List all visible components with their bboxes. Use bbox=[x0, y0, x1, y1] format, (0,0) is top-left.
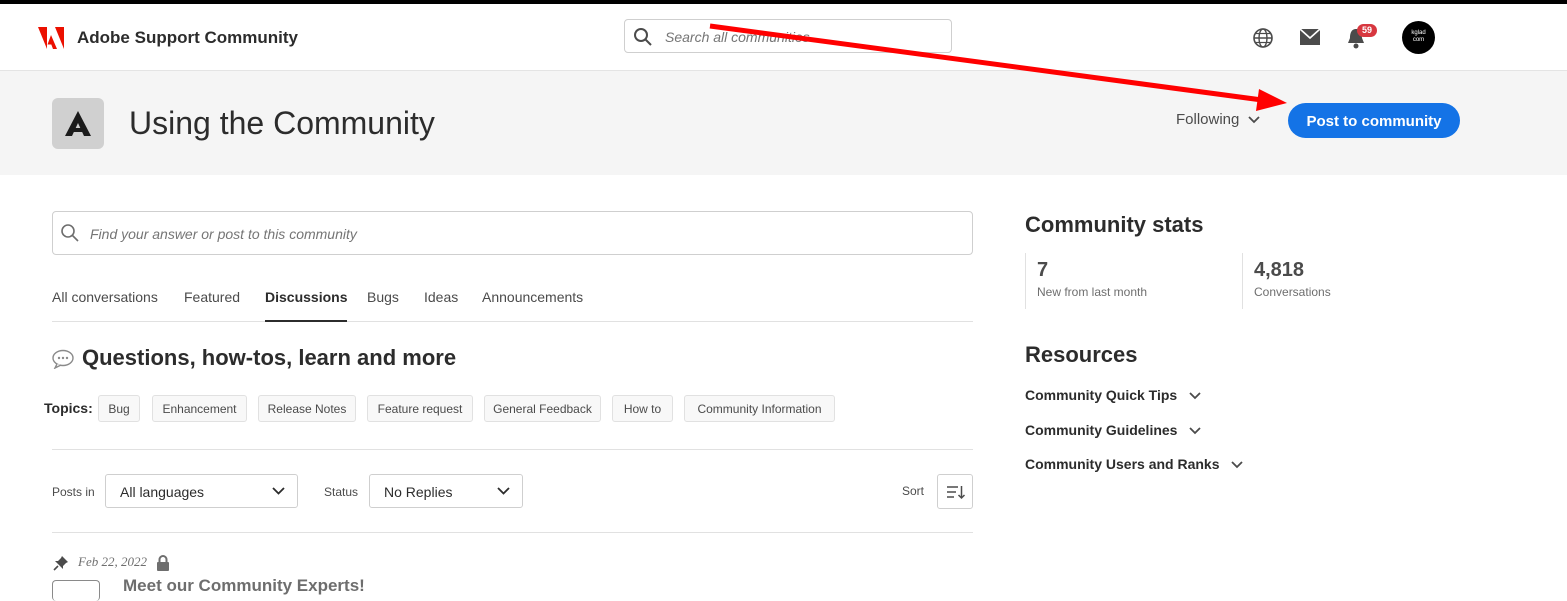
topic-chip-community-information[interactable]: Community Information bbox=[684, 395, 835, 422]
topic-chip-how-to[interactable]: How to bbox=[612, 395, 673, 422]
pin-icon bbox=[53, 556, 68, 571]
chevron-down-icon bbox=[1189, 392, 1201, 400]
resources-title: Resources bbox=[1025, 342, 1138, 367]
divider bbox=[52, 449, 973, 450]
topic-chip-release-notes[interactable]: Release Notes bbox=[258, 395, 356, 422]
stat-new-from-last-month: 7 New from last month bbox=[1025, 253, 1242, 309]
avatar-text-line1: kglad bbox=[1411, 30, 1426, 36]
chevron-down-icon bbox=[272, 487, 285, 495]
conversation-tabs: All conversations Featured Discussions B… bbox=[52, 287, 973, 322]
global-header: Adobe Support Community 59 kglad com bbox=[0, 4, 1567, 71]
section-heading: Questions, how-tos, learn and more bbox=[52, 345, 456, 371]
tab-all-conversations[interactable]: All conversations bbox=[52, 289, 158, 320]
community-logo bbox=[52, 98, 104, 149]
chevron-down-icon bbox=[1189, 427, 1201, 435]
post-thumbnail bbox=[52, 580, 100, 601]
tab-featured[interactable]: Featured bbox=[184, 289, 240, 320]
post-to-community-button[interactable]: Post to community bbox=[1288, 103, 1460, 138]
mail-icon[interactable] bbox=[1299, 28, 1321, 46]
topic-chip-bug[interactable]: Bug bbox=[98, 395, 140, 422]
status-label: Status bbox=[324, 485, 359, 499]
status-select[interactable]: No Replies bbox=[369, 474, 523, 508]
chevron-down-icon bbox=[497, 487, 510, 495]
posts-in-value: All languages bbox=[120, 484, 205, 500]
stat-label: Conversations bbox=[1254, 285, 1331, 299]
post-title[interactable]: Meet our Community Experts! bbox=[123, 576, 365, 596]
section-heading-text: Questions, how-tos, learn and more bbox=[82, 345, 457, 370]
resource-label: Community Guidelines bbox=[1025, 422, 1178, 438]
notification-badge: 59 bbox=[1357, 24, 1377, 37]
global-search-box[interactable] bbox=[624, 19, 952, 53]
status-value: No Replies bbox=[384, 484, 453, 500]
tab-discussions[interactable]: Discussions bbox=[265, 289, 348, 322]
stat-value: 7 bbox=[1037, 259, 1049, 281]
speech-bubble-icon bbox=[52, 349, 74, 370]
community-stats-title: Community stats bbox=[1025, 212, 1204, 237]
search-icon bbox=[61, 224, 79, 242]
chevron-down-icon bbox=[1247, 116, 1260, 124]
community-header: Using the Community Following Post to co… bbox=[0, 71, 1567, 175]
stat-label: New from last month bbox=[1037, 285, 1148, 299]
community-search-input[interactable] bbox=[88, 223, 952, 245]
resource-community-users-and-ranks[interactable]: Community Users and Ranks bbox=[1025, 456, 1244, 472]
post-date: Feb 22, 2022 bbox=[78, 554, 147, 569]
posts-in-label: Posts in bbox=[52, 485, 95, 499]
sort-button[interactable] bbox=[937, 474, 973, 509]
community-a-icon bbox=[65, 111, 91, 136]
topic-chip-feature-request[interactable]: Feature request bbox=[367, 395, 473, 422]
avatar[interactable]: kglad com bbox=[1402, 21, 1435, 54]
tab-bugs[interactable]: Bugs bbox=[367, 289, 399, 320]
topic-chip-enhancement[interactable]: Enhancement bbox=[152, 395, 247, 422]
tab-ideas[interactable]: Ideas bbox=[424, 289, 458, 320]
stat-value: 4,818 bbox=[1254, 259, 1305, 281]
adobe-logo-icon[interactable] bbox=[38, 27, 64, 49]
resource-label: Community Quick Tips bbox=[1025, 387, 1178, 403]
resource-community-guidelines[interactable]: Community Guidelines bbox=[1025, 422, 1201, 438]
divider bbox=[52, 532, 973, 533]
topics-label: Topics: bbox=[44, 400, 93, 416]
brand-name[interactable]: Adobe Support Community bbox=[77, 28, 298, 48]
chevron-down-icon bbox=[1231, 461, 1244, 469]
resource-community-quick-tips[interactable]: Community Quick Tips bbox=[1025, 387, 1201, 403]
search-icon bbox=[634, 28, 652, 46]
resource-label: Community Users and Ranks bbox=[1025, 456, 1220, 472]
global-search-input[interactable] bbox=[663, 26, 947, 48]
sort-icon bbox=[947, 486, 965, 500]
following-dropdown[interactable]: Following bbox=[1176, 111, 1260, 128]
posts-in-select[interactable]: All languages bbox=[105, 474, 298, 508]
page-title: Using the Community bbox=[129, 105, 435, 141]
stat-conversations: 4,818 Conversations bbox=[1242, 253, 1434, 309]
topic-chip-general-feedback[interactable]: General Feedback bbox=[484, 395, 601, 422]
globe-icon[interactable] bbox=[1252, 27, 1274, 49]
following-label: Following bbox=[1176, 111, 1240, 128]
sort-label: Sort bbox=[902, 484, 925, 498]
community-search-box[interactable] bbox=[52, 211, 973, 255]
lock-icon bbox=[157, 555, 169, 571]
avatar-text-line2: com bbox=[1412, 37, 1425, 43]
tab-announcements[interactable]: Announcements bbox=[482, 289, 583, 320]
